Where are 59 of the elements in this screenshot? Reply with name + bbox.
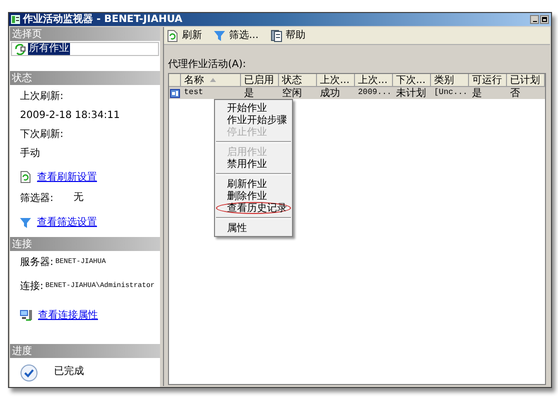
computer-icon [20,309,32,321]
filter-icon [20,216,31,228]
table-cell-text: 是 [243,87,255,99]
menu-item[interactable]: 查看历史记录 [216,202,291,214]
column-header[interactable]: 已计划 [507,74,545,86]
table-cell-text: 成功 [319,87,341,99]
table-cell-text: test [183,87,204,99]
table-cell-text: 未计划 [395,87,427,99]
section-header: 状态 [10,71,160,85]
link[interactable]: 查看刷新设置 [37,170,97,184]
maximize-button[interactable] [540,15,549,24]
column-header[interactable]: 类别 [431,74,469,86]
window-title: 作业活动监视器 - BENET-JIAHUA [23,14,182,24]
field-label: 服务器: [20,256,54,270]
check-icon [20,364,38,382]
table-row[interactable]: test 是 空闲 成功 2009... 未计划 [Unc... 是 否 [169,87,545,99]
table-cell-text: 2009... [357,87,393,99]
progress-status: 已完成 [54,364,84,379]
jobs-icon [14,44,26,54]
status-text: 手动 [20,146,40,160]
table-label: 代理作业活动(A): [168,59,248,71]
column-header[interactable]: 名称 [181,74,241,86]
column-header[interactable]: 上次... [317,74,355,86]
minimize-button[interactable] [530,15,539,24]
refresh-icon [20,171,31,183]
status-text: 上次刷新: [20,90,64,104]
menu-item[interactable]: 作业开始步骤 [216,114,291,126]
link[interactable]: 查看筛选设置 [37,214,97,230]
link[interactable]: 查看连接属性 [38,308,98,322]
column-header[interactable]: 已启用 [241,74,279,86]
field-value: 无 [73,191,84,206]
column-header[interactable]: 可运行 [469,74,507,86]
menu-item[interactable]: 刷新作业 [216,178,291,190]
status-text: 下次刷新: [20,128,64,142]
table-cell-text: 否 [509,87,521,99]
status-text: 2009-2-18 18:34:11 [20,108,120,122]
section-header: 进度 [10,344,160,358]
table-cell-text: 是 [471,87,483,99]
toolbar-button[interactable]: 筛选... [214,28,259,44]
column-header[interactable]: 下次... [393,74,431,86]
section-header: 连接 [10,237,160,251]
menu-item[interactable]: 禁用作业 [216,158,291,170]
table-cell-text: 空闲 [281,87,303,99]
toolbar-button[interactable]: 帮助 [270,28,306,44]
column-header[interactable]: 上次... [355,74,393,86]
column-header[interactable]: 状态 [279,74,317,86]
field-label: 筛选器: [20,192,54,206]
toolbar-button[interactable]: 刷新 [167,28,202,44]
help-book-icon [270,30,282,42]
menu-item[interactable]: 属性 [216,222,291,234]
menu-item[interactable]: 开始作业 [216,102,291,114]
window-icon [11,15,20,24]
table-cell-text: [Unc... [433,87,469,99]
menu-item[interactable]: 删除作业 [216,190,291,202]
page-list-item[interactable]: 所有作业 [28,43,70,55]
filter-icon [214,30,225,41]
section-header: 选择页 [10,27,160,41]
field-label: 连接: [20,280,44,294]
refresh-icon [167,30,178,42]
